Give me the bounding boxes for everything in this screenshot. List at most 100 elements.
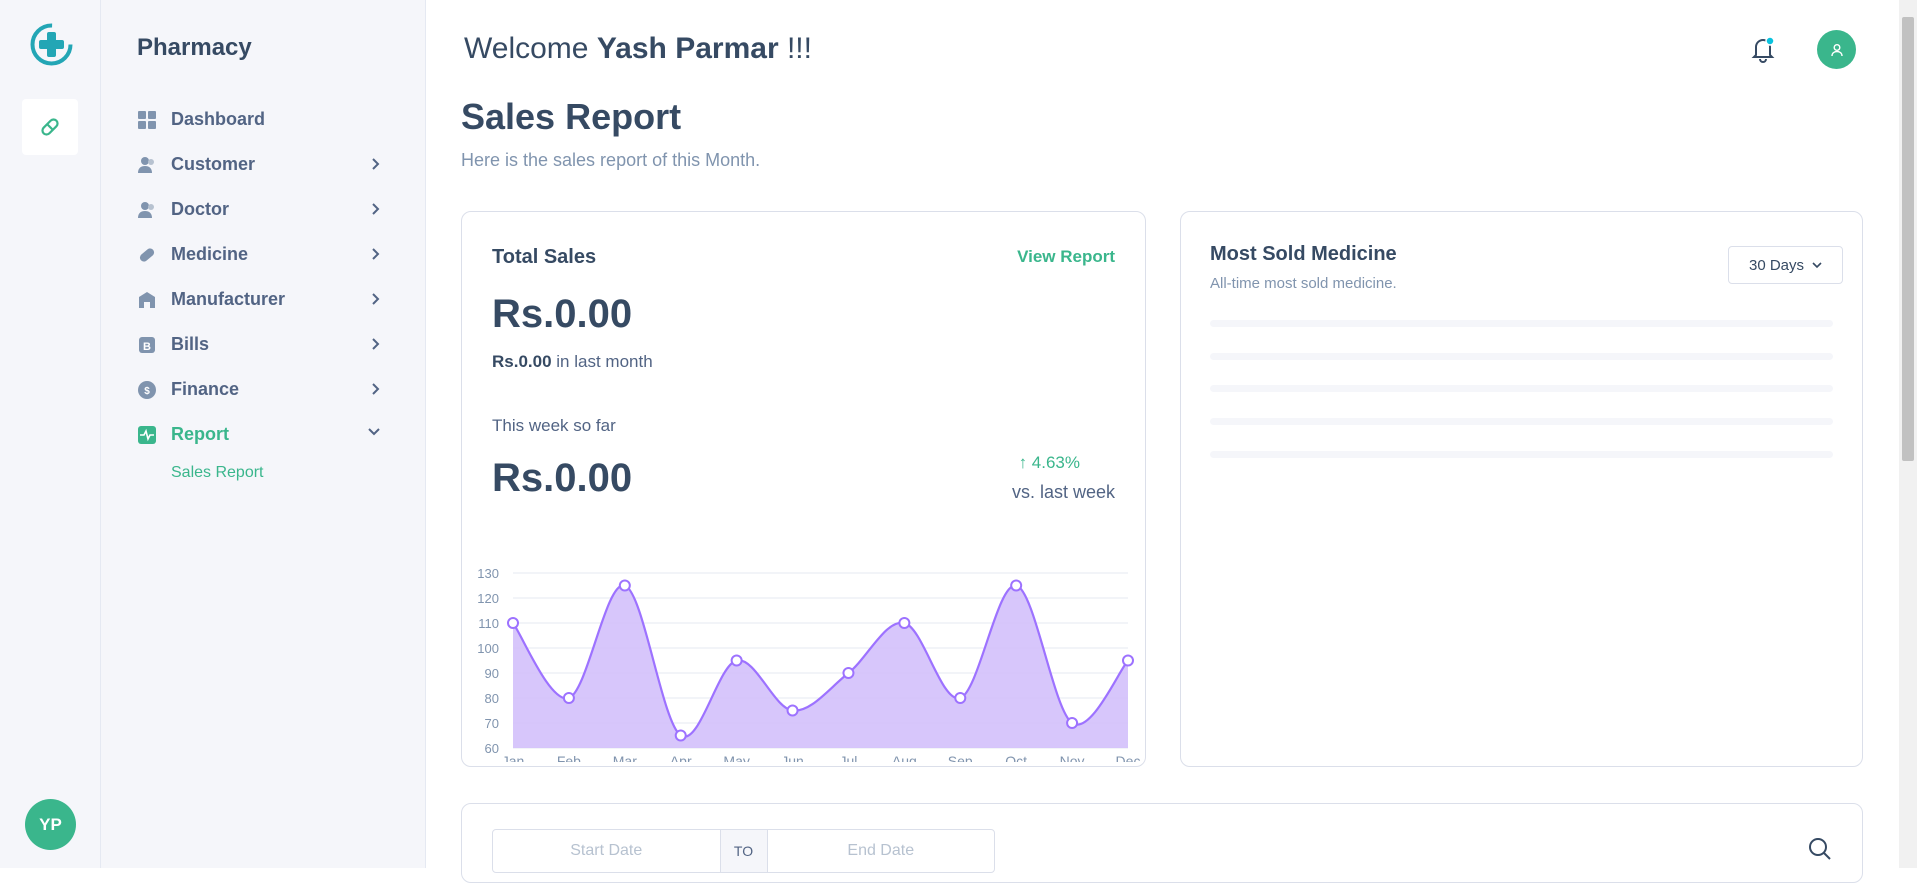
loading-placeholder bbox=[1210, 451, 1833, 458]
chevron-right-icon bbox=[372, 338, 380, 350]
range-value: 30 Days bbox=[1748, 256, 1805, 274]
last-month-summary: Rs.0.00 in last month bbox=[492, 352, 653, 372]
data-point bbox=[786, 704, 799, 717]
users-icon bbox=[137, 155, 157, 175]
pill-icon bbox=[137, 245, 157, 265]
week-amount: Rs.0.00 bbox=[492, 456, 633, 500]
sidebar-item-label: Doctor bbox=[171, 199, 229, 219]
dashboard-icon bbox=[137, 110, 157, 130]
chevron-down-icon bbox=[1812, 261, 1822, 268]
y-tick-label: 70 bbox=[485, 716, 499, 731]
view-report-link[interactable]: View Report bbox=[1017, 247, 1115, 267]
most-sold-subtitle: All-time most sold medicine. bbox=[1210, 275, 1397, 292]
chevron-right-icon bbox=[372, 383, 380, 395]
user-name: Yash Parmar bbox=[596, 32, 779, 65]
x-tick-label: Mar bbox=[613, 753, 637, 762]
chevron-right-icon bbox=[372, 158, 380, 170]
icon-rail: YP bbox=[0, 0, 101, 868]
sidebar-item-manufacturer[interactable]: Manufacturer bbox=[137, 277, 387, 322]
x-tick-label: Sep bbox=[948, 753, 973, 762]
x-tick-label: Jun bbox=[781, 753, 804, 762]
user-avatar[interactable]: YP bbox=[25, 799, 76, 850]
data-point bbox=[674, 729, 687, 742]
change-label: vs. last week bbox=[1011, 482, 1115, 502]
sidebar-item-label: Bills bbox=[171, 334, 210, 354]
x-tick-label: Oct bbox=[1005, 753, 1027, 762]
series-area bbox=[513, 585, 1128, 748]
sidebar-item-label: Manufacturer bbox=[171, 289, 286, 309]
chevron-right-icon bbox=[372, 248, 380, 260]
bills-icon: B bbox=[137, 335, 157, 355]
last-month-text: in last month bbox=[556, 352, 653, 371]
sales-area-chart: 60 70 80 90 100 110 120 130 Jan Feb Mar Apr May Jun Ju… bbox=[477, 566, 1141, 762]
range-dropdown[interactable]: 30 Days bbox=[1728, 246, 1843, 284]
loading-placeholder bbox=[1210, 353, 1833, 360]
date-filter-card: Start Date TO End Date bbox=[461, 803, 1863, 883]
sidebar-nav: Dashboard Customer Doctor Medicine Manuf… bbox=[137, 97, 387, 489]
coin-icon: $ bbox=[137, 380, 157, 400]
pharmacy-logo-icon[interactable] bbox=[29, 22, 74, 67]
scrollbar-thumb[interactable] bbox=[1902, 17, 1914, 461]
end-date-input[interactable]: End Date bbox=[768, 830, 995, 872]
data-point bbox=[898, 617, 911, 629]
search-icon[interactable] bbox=[1808, 837, 1832, 861]
sidebar-item-label: Customer bbox=[171, 154, 256, 174]
medicine-link-icon[interactable] bbox=[22, 99, 78, 155]
brand-title: Pharmacy bbox=[137, 34, 252, 61]
x-tick-label: Dec bbox=[1116, 753, 1141, 762]
y-tick-label: 80 bbox=[485, 691, 499, 706]
sidebar-subitem-sales-report[interactable]: Sales Report bbox=[137, 457, 387, 489]
activity-icon bbox=[137, 425, 157, 445]
data-point bbox=[730, 654, 743, 667]
sidebar-item-report[interactable]: Report bbox=[137, 412, 387, 457]
total-sales-title: Total Sales bbox=[492, 246, 597, 268]
sidebar-item-doctor[interactable]: Doctor bbox=[137, 187, 387, 232]
data-point bbox=[1066, 717, 1079, 729]
sidebar-item-dashboard[interactable]: Dashboard bbox=[137, 97, 387, 142]
x-tick-label: Apr bbox=[670, 753, 692, 762]
loading-placeholder bbox=[1210, 385, 1833, 392]
scrollbar[interactable] bbox=[1899, 0, 1917, 868]
most-sold-title: Most Sold Medicine bbox=[1210, 243, 1397, 265]
date-range-picker: Start Date TO End Date bbox=[492, 829, 995, 873]
sidebar-item-label: Finance bbox=[171, 379, 240, 399]
y-tick-label: 100 bbox=[477, 641, 499, 656]
change-value: 4.63% bbox=[1031, 453, 1080, 472]
sidebar-item-finance[interactable]: $ Finance bbox=[137, 367, 387, 412]
bell-icon[interactable] bbox=[1749, 34, 1777, 64]
sidebar: Pharmacy Dashboard Customer Doctor Medic… bbox=[101, 0, 426, 868]
loading-placeholder bbox=[1210, 418, 1833, 425]
loading-placeholder bbox=[1210, 320, 1833, 327]
start-date-input[interactable]: Start Date bbox=[493, 830, 720, 872]
most-sold-card: Most Sold Medicine All-time most sold me… bbox=[1180, 211, 1863, 767]
welcome-heading: Welcome Yash Parmar !!! bbox=[464, 32, 812, 66]
user-icon bbox=[1830, 43, 1843, 56]
y-tick-label: 110 bbox=[478, 616, 499, 631]
svg-text:B: B bbox=[143, 341, 151, 353]
y-tick-label: 130 bbox=[477, 566, 499, 581]
y-tick-label: 120 bbox=[477, 591, 499, 606]
chevron-right-icon bbox=[372, 293, 380, 305]
data-point bbox=[562, 692, 575, 704]
x-tick-label: Feb bbox=[557, 753, 581, 762]
sidebar-item-bills[interactable]: B Bills bbox=[137, 322, 387, 367]
x-tick-label: May bbox=[723, 753, 749, 762]
change-percent: ↑ 4.63% bbox=[1019, 453, 1080, 473]
sidebar-item-label: Medicine bbox=[171, 244, 249, 264]
last-month-value: Rs.0.00 bbox=[492, 352, 552, 371]
y-tick-label: 90 bbox=[485, 666, 499, 681]
arrow-up-icon: ↑ bbox=[1018, 453, 1028, 472]
doctor-icon bbox=[137, 200, 157, 220]
sidebar-item-medicine[interactable]: Medicine bbox=[137, 232, 387, 277]
profile-avatar[interactable] bbox=[1817, 30, 1856, 69]
data-point bbox=[507, 617, 519, 629]
data-point bbox=[618, 579, 631, 592]
sidebar-item-customer[interactable]: Customer bbox=[137, 142, 387, 187]
x-tick-label: Jul bbox=[840, 753, 858, 762]
data-point bbox=[1010, 579, 1023, 592]
data-point bbox=[1122, 654, 1134, 667]
welcome-prefix: Welcome bbox=[464, 32, 589, 65]
chevron-right-icon bbox=[372, 203, 380, 215]
sidebar-item-label: Report bbox=[171, 424, 229, 444]
sidebar-item-label: Dashboard bbox=[171, 109, 266, 129]
